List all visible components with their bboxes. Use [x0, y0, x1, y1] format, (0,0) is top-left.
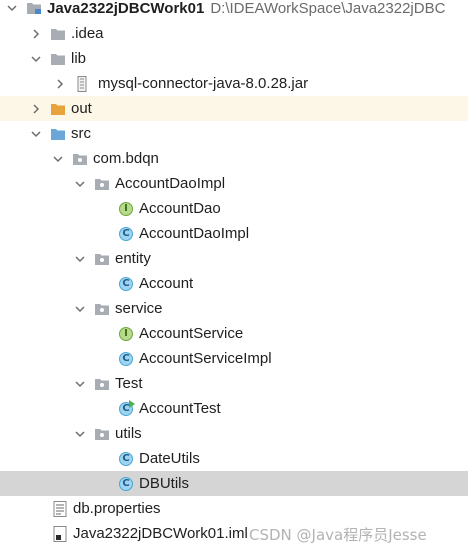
- chevron-down-icon[interactable]: [28, 51, 44, 67]
- chevron-right-icon[interactable]: [28, 26, 44, 42]
- package-icon: [72, 151, 88, 167]
- module-file-icon: [52, 525, 68, 542]
- module-folder-icon: [26, 0, 42, 16]
- class-icon: C: [118, 451, 134, 467]
- package-icon: [94, 301, 110, 317]
- tree-row-accountservice[interactable]: I AccountService: [0, 321, 468, 346]
- tree-row-service[interactable]: service: [0, 296, 468, 321]
- tree-label: AccountDaoImpl: [115, 175, 226, 192]
- tree-label: Account: [139, 275, 194, 292]
- chevron-down-icon[interactable]: [72, 176, 88, 192]
- chevron-down-icon[interactable]: [72, 251, 88, 267]
- folder-icon: [50, 26, 66, 42]
- tree-row-jar[interactable]: mysql-connector-java-8.0.28.jar: [0, 71, 468, 96]
- class-glyph: C: [119, 476, 133, 491]
- tree-label: DateUtils: [139, 450, 200, 467]
- tree-row-account[interactable]: C Account: [0, 271, 468, 296]
- tree-row-project[interactable]: Java2322jDBCWork01 D:\IDEAWorkSpace\Java…: [0, 0, 468, 20]
- tree-label: AccountDao: [139, 200, 221, 217]
- folder-icon: [50, 51, 66, 67]
- tree-row-package[interactable]: com.bdqn: [0, 146, 468, 171]
- class-icon: C: [118, 276, 134, 292]
- class-glyph: C: [119, 226, 133, 241]
- tree-label: service: [115, 300, 163, 317]
- tree-row-daoimpl-package[interactable]: AccountDaoImpl: [0, 171, 468, 196]
- chevron-down-icon[interactable]: [72, 301, 88, 317]
- interface-glyph: I: [119, 201, 133, 216]
- tree-label: out: [71, 100, 92, 117]
- project-name: Java2322jDBCWork01: [47, 0, 205, 17]
- jar-library-icon: [74, 75, 90, 92]
- package-icon: [94, 251, 110, 267]
- tree-label: db.properties: [73, 500, 161, 517]
- csdn-watermark: CSDN @Java程序员Jesse: [249, 526, 427, 544]
- tree-row-dbproperties[interactable]: db.properties: [0, 496, 468, 521]
- class-glyph: C: [119, 351, 133, 366]
- class-glyph: C: [119, 276, 133, 291]
- tree-row-accountdao[interactable]: I AccountDao: [0, 196, 468, 221]
- class-icon: C: [118, 476, 134, 492]
- tree-label: src: [71, 125, 91, 142]
- interface-glyph: I: [119, 326, 133, 341]
- tree-row-accountserviceimpl[interactable]: C AccountServiceImpl: [0, 346, 468, 371]
- tree-label: Test: [115, 375, 143, 392]
- tree-row-lib[interactable]: lib: [0, 46, 468, 71]
- project-path: D:\IDEAWorkSpace\Java2322jDBC: [210, 0, 446, 17]
- tree-label: AccountServiceImpl: [139, 350, 272, 367]
- source-folder-icon: [50, 126, 66, 142]
- tree-label: AccountTest: [139, 400, 221, 417]
- tree-label: com.bdqn: [93, 150, 159, 167]
- tree-label: mysql-connector-java-8.0.28.jar: [98, 75, 309, 92]
- tree-label: utils: [115, 425, 142, 442]
- tree-label: Java2322jDBCWork01.iml: [73, 525, 248, 542]
- tree-row-idea[interactable]: .idea: [0, 21, 468, 46]
- properties-file-icon: [52, 500, 68, 517]
- class-icon: C: [118, 226, 134, 242]
- chevron-down-icon[interactable]: [4, 0, 20, 16]
- chevron-right-icon[interactable]: [28, 101, 44, 117]
- excluded-folder-icon: [50, 101, 66, 117]
- tree-label: entity: [115, 250, 151, 267]
- chevron-down-icon[interactable]: [50, 151, 66, 167]
- package-icon: [94, 376, 110, 392]
- tree-row-dbutils[interactable]: C DBUtils: [0, 471, 468, 496]
- tree-label: DBUtils: [139, 475, 190, 492]
- tree-row-test[interactable]: Test: [0, 371, 468, 396]
- tree-row-out[interactable]: out: [0, 96, 468, 121]
- chevron-down-icon[interactable]: [72, 376, 88, 392]
- tree-row-dateutils[interactable]: C DateUtils: [0, 446, 468, 471]
- project-tree: Java2322jDBCWork01 D:\IDEAWorkSpace\Java…: [0, 0, 468, 546]
- package-icon: [94, 426, 110, 442]
- interface-icon: I: [118, 201, 134, 217]
- class-glyph: C: [119, 451, 133, 466]
- class-icon: C: [118, 351, 134, 367]
- tree-row-entity[interactable]: entity: [0, 246, 468, 271]
- chevron-right-icon[interactable]: [52, 76, 68, 92]
- run-marker-icon: [129, 399, 135, 408]
- tree-label: AccountDaoImpl: [139, 225, 250, 242]
- tree-label: AccountService: [139, 325, 244, 342]
- tree-row-src[interactable]: src: [0, 121, 468, 146]
- interface-icon: I: [118, 326, 134, 342]
- tree-label: lib: [71, 50, 87, 67]
- runnable-class-icon: C: [118, 399, 135, 417]
- package-icon: [94, 176, 110, 192]
- tree-row-utils[interactable]: utils: [0, 421, 468, 446]
- tree-label: .idea: [71, 25, 104, 42]
- tree-row-accountdaoimpl[interactable]: C AccountDaoImpl: [0, 221, 468, 246]
- chevron-down-icon[interactable]: [28, 126, 44, 142]
- tree-row-accounttest[interactable]: C AccountTest: [0, 396, 468, 421]
- chevron-down-icon[interactable]: [72, 426, 88, 442]
